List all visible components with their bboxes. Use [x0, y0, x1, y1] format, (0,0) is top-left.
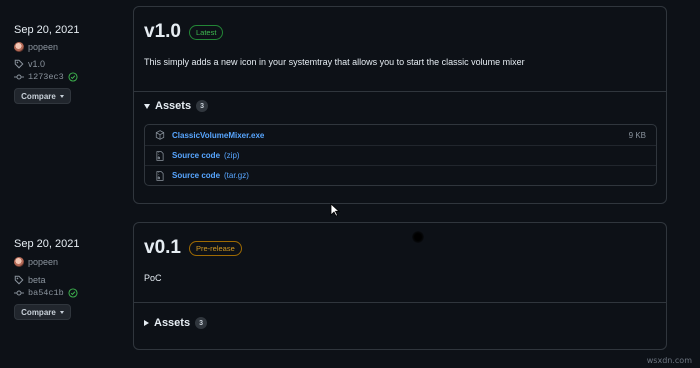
release-card: v1.0 Latest This simply adds a new icon …	[133, 6, 667, 204]
commit-row[interactable]: ba54c1b	[14, 288, 78, 298]
release-date: Sep 20, 2021	[14, 238, 80, 250]
asset-row[interactable]: Source code (tar.gz)	[145, 165, 656, 185]
compare-button[interactable]: Compare	[14, 304, 71, 320]
assets-count: 3	[196, 100, 209, 112]
file-zip-icon	[155, 170, 167, 181]
release-card: v0.1 Pre-release PoC Assets 3	[133, 222, 667, 350]
author-name[interactable]: popeen	[28, 257, 58, 267]
triangle-down-icon	[144, 103, 150, 109]
tag-row[interactable]: beta	[14, 275, 46, 285]
asset-link[interactable]: ClassicVolumeMixer.exe	[172, 131, 268, 140]
assets-label: Assets	[155, 100, 192, 112]
asset-row[interactable]: ClassicVolumeMixer.exe 9 KB	[145, 125, 656, 145]
asset-link[interactable]: Source code (tar.gz)	[172, 171, 249, 180]
release-description: PoC	[144, 273, 162, 283]
mouse-cursor-icon	[330, 203, 340, 217]
verified-check-icon[interactable]	[68, 288, 78, 298]
compare-label: Compare	[21, 307, 56, 317]
assets-toggle[interactable]: Assets 3	[144, 100, 209, 112]
tag-icon	[14, 275, 24, 285]
commit-icon	[14, 288, 24, 298]
compare-label: Compare	[21, 91, 56, 101]
tag-row[interactable]: v1.0	[14, 59, 45, 69]
assets-label: Assets	[154, 317, 191, 329]
asset-size: 9 KB	[628, 130, 646, 140]
package-icon	[155, 130, 167, 140]
divider	[134, 302, 666, 303]
avatar[interactable]	[14, 257, 24, 267]
commit-sha[interactable]: ba54c1b	[28, 288, 64, 298]
asset-row[interactable]: Source code (zip)	[145, 145, 656, 165]
file-zip-icon	[155, 150, 167, 161]
commit-sha[interactable]: 1273ec3	[28, 72, 64, 82]
release-description: This simply adds a new icon in your syst…	[144, 57, 525, 67]
asset-link[interactable]: Source code (zip)	[172, 151, 240, 160]
release-header: v0.1 Pre-release	[144, 237, 242, 259]
author-name[interactable]: popeen	[28, 42, 58, 52]
commit-row[interactable]: 1273ec3	[14, 72, 78, 82]
assets-toggle[interactable]: Assets 3	[144, 317, 208, 329]
triangle-right-icon	[144, 320, 149, 326]
artifact-dot	[412, 231, 424, 243]
author-row[interactable]: popeen	[14, 257, 58, 267]
tag-name[interactable]: beta	[28, 275, 46, 285]
avatar[interactable]	[14, 42, 24, 52]
compare-button[interactable]: Compare	[14, 88, 71, 104]
chevron-down-icon	[59, 310, 64, 314]
release-title[interactable]: v1.0	[144, 21, 181, 43]
divider	[134, 91, 666, 92]
release-date: Sep 20, 2021	[14, 24, 80, 36]
tag-name[interactable]: v1.0	[28, 59, 45, 69]
commit-icon	[14, 72, 24, 82]
tag-icon	[14, 59, 24, 69]
status-badge: Latest	[188, 24, 224, 40]
chevron-down-icon	[59, 94, 64, 98]
assets-count: 3	[195, 317, 208, 329]
watermark: wsxdn.com	[646, 356, 692, 365]
release-title[interactable]: v0.1	[144, 237, 181, 259]
release-header: v1.0 Latest	[144, 21, 224, 43]
status-badge: Pre-release	[188, 240, 242, 256]
asset-list: ClassicVolumeMixer.exe 9 KB Source code(…	[144, 124, 657, 186]
verified-check-icon[interactable]	[68, 72, 78, 82]
author-row[interactable]: popeen	[14, 42, 58, 52]
